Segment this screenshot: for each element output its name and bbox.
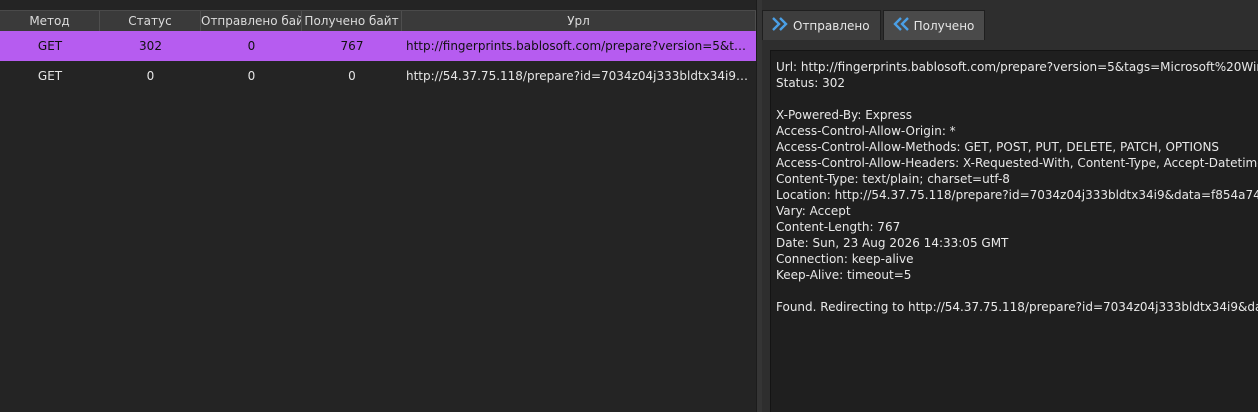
cell-sent-bytes: 0 — [247, 39, 256, 53]
tab-received[interactable]: Получено — [882, 10, 986, 40]
tab-received-label: Получено — [913, 18, 975, 33]
response-text-view[interactable]: Url: http://fingerprints.bablosoft.com/p… — [770, 50, 1258, 412]
response-line — [771, 91, 1258, 107]
requests-table: Метод Статус Отправлено байт Получено ба… — [0, 0, 756, 412]
response-line: Access-Control-Allow-Methods: GET, POST,… — [776, 140, 1220, 154]
response-line: X-Powered-By: Express — [776, 108, 913, 122]
response-line: Content-Type: text/plain; charset=utf-8 — [776, 172, 1010, 186]
cell-method: GET — [37, 39, 63, 53]
table-body: GET 302 0 767 http://fingerprints.bablos… — [0, 31, 756, 91]
details-panel: Отправлено Получено Url: http://fingerpr… — [762, 0, 1258, 412]
response-line: Found. Redirecting to http://54.37.75.11… — [776, 300, 1258, 314]
double-chevron-left-icon — [892, 16, 914, 35]
response-line — [771, 283, 1258, 299]
response-line: Content-Length: 767 — [776, 220, 901, 234]
table-row[interactable]: GET 302 0 767 http://fingerprints.bablos… — [0, 31, 756, 61]
cell-sent-bytes: 0 — [247, 69, 256, 83]
cell-status: 302 — [139, 39, 162, 53]
cell-received-bytes: 0 — [348, 69, 356, 83]
details-tabs: Отправлено Получено — [762, 10, 987, 40]
column-header-method[interactable]: Метод — [0, 11, 100, 31]
response-line: Vary: Accept — [776, 204, 851, 218]
cell-url: http://54.37.75.118/prepare?id=7034z04j3… — [406, 69, 756, 83]
table-header: Метод Статус Отправлено байт Получено ба… — [0, 10, 756, 32]
response-line: Location: http://54.37.75.118/prepare?id… — [776, 188, 1258, 202]
request-inspector: Метод Статус Отправлено байт Получено ба… — [0, 0, 1258, 412]
content-padding — [771, 51, 1258, 59]
column-header-status[interactable]: Статус — [100, 11, 201, 31]
response-line: Access-Control-Allow-Headers: X-Requeste… — [776, 156, 1258, 170]
cell-status: 0 — [146, 69, 155, 83]
response-line: Connection: keep-alive — [776, 252, 914, 266]
table-row[interactable]: GET 0 0 0 http://54.37.75.118/prepare?id… — [0, 61, 756, 91]
response-line: Status: 302 — [776, 76, 845, 90]
response-line: Date: Sun, 23 Aug 2026 14:33:05 GMT — [776, 236, 1009, 250]
double-chevron-right-icon — [771, 16, 793, 35]
column-header-received-bytes[interactable]: Получено байт — [302, 11, 402, 31]
cell-received-bytes: 767 — [340, 39, 364, 53]
response-line: Url: http://fingerprints.bablosoft.com/p… — [776, 60, 1258, 74]
cell-method: GET — [37, 69, 63, 83]
response-line: Keep-Alive: timeout=5 — [776, 268, 912, 282]
column-header-sent-bytes[interactable]: Отправлено байт — [201, 11, 302, 31]
response-line: Access-Control-Allow-Origin: * — [776, 124, 956, 138]
cell-url: http://fingerprints.bablosoft.com/prepar… — [406, 39, 756, 53]
tab-sent[interactable]: Отправлено — [762, 10, 881, 40]
tab-sent-label: Отправлено — [793, 18, 870, 33]
column-header-url[interactable]: Урл — [402, 11, 756, 31]
